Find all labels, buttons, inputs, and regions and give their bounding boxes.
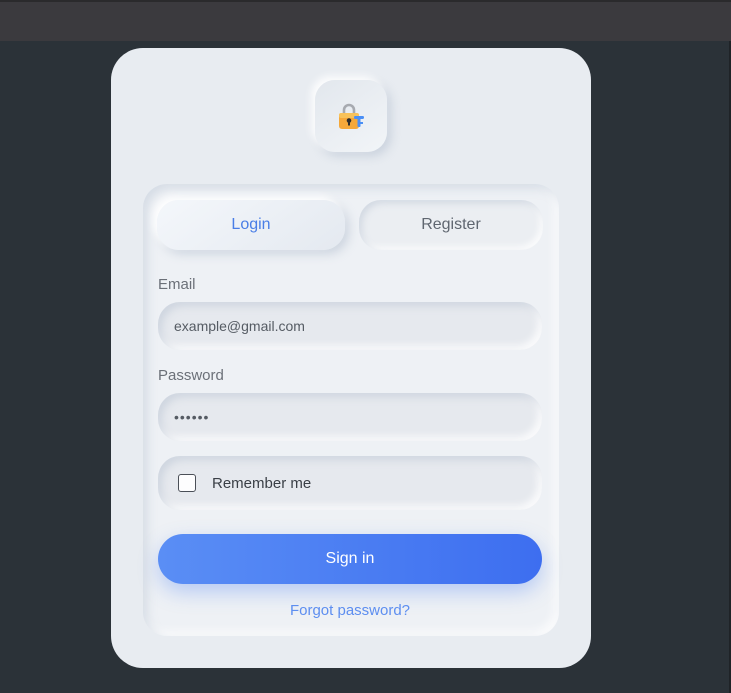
remember-me-label: Remember me: [212, 474, 312, 492]
email-label: Email: [158, 276, 196, 293]
browser-top-bar: [0, 0, 731, 41]
app-logo: [315, 80, 387, 152]
forgot-password-link[interactable]: Forgot password?: [143, 602, 557, 619]
tab-login[interactable]: Login: [157, 200, 345, 250]
tab-register[interactable]: Register: [359, 200, 543, 250]
remember-me-checkbox[interactable]: [178, 474, 196, 492]
password-field[interactable]: [158, 393, 542, 441]
auth-panel: Login Register Email Password Remember m…: [143, 184, 559, 636]
padlock-key-icon: [339, 103, 364, 129]
sign-in-button[interactable]: Sign in: [158, 534, 542, 584]
remember-me-row[interactable]: Remember me: [158, 456, 542, 510]
email-field[interactable]: [158, 302, 542, 350]
password-label: Password: [158, 367, 224, 384]
login-card: Login Register Email Password Remember m…: [111, 48, 591, 668]
